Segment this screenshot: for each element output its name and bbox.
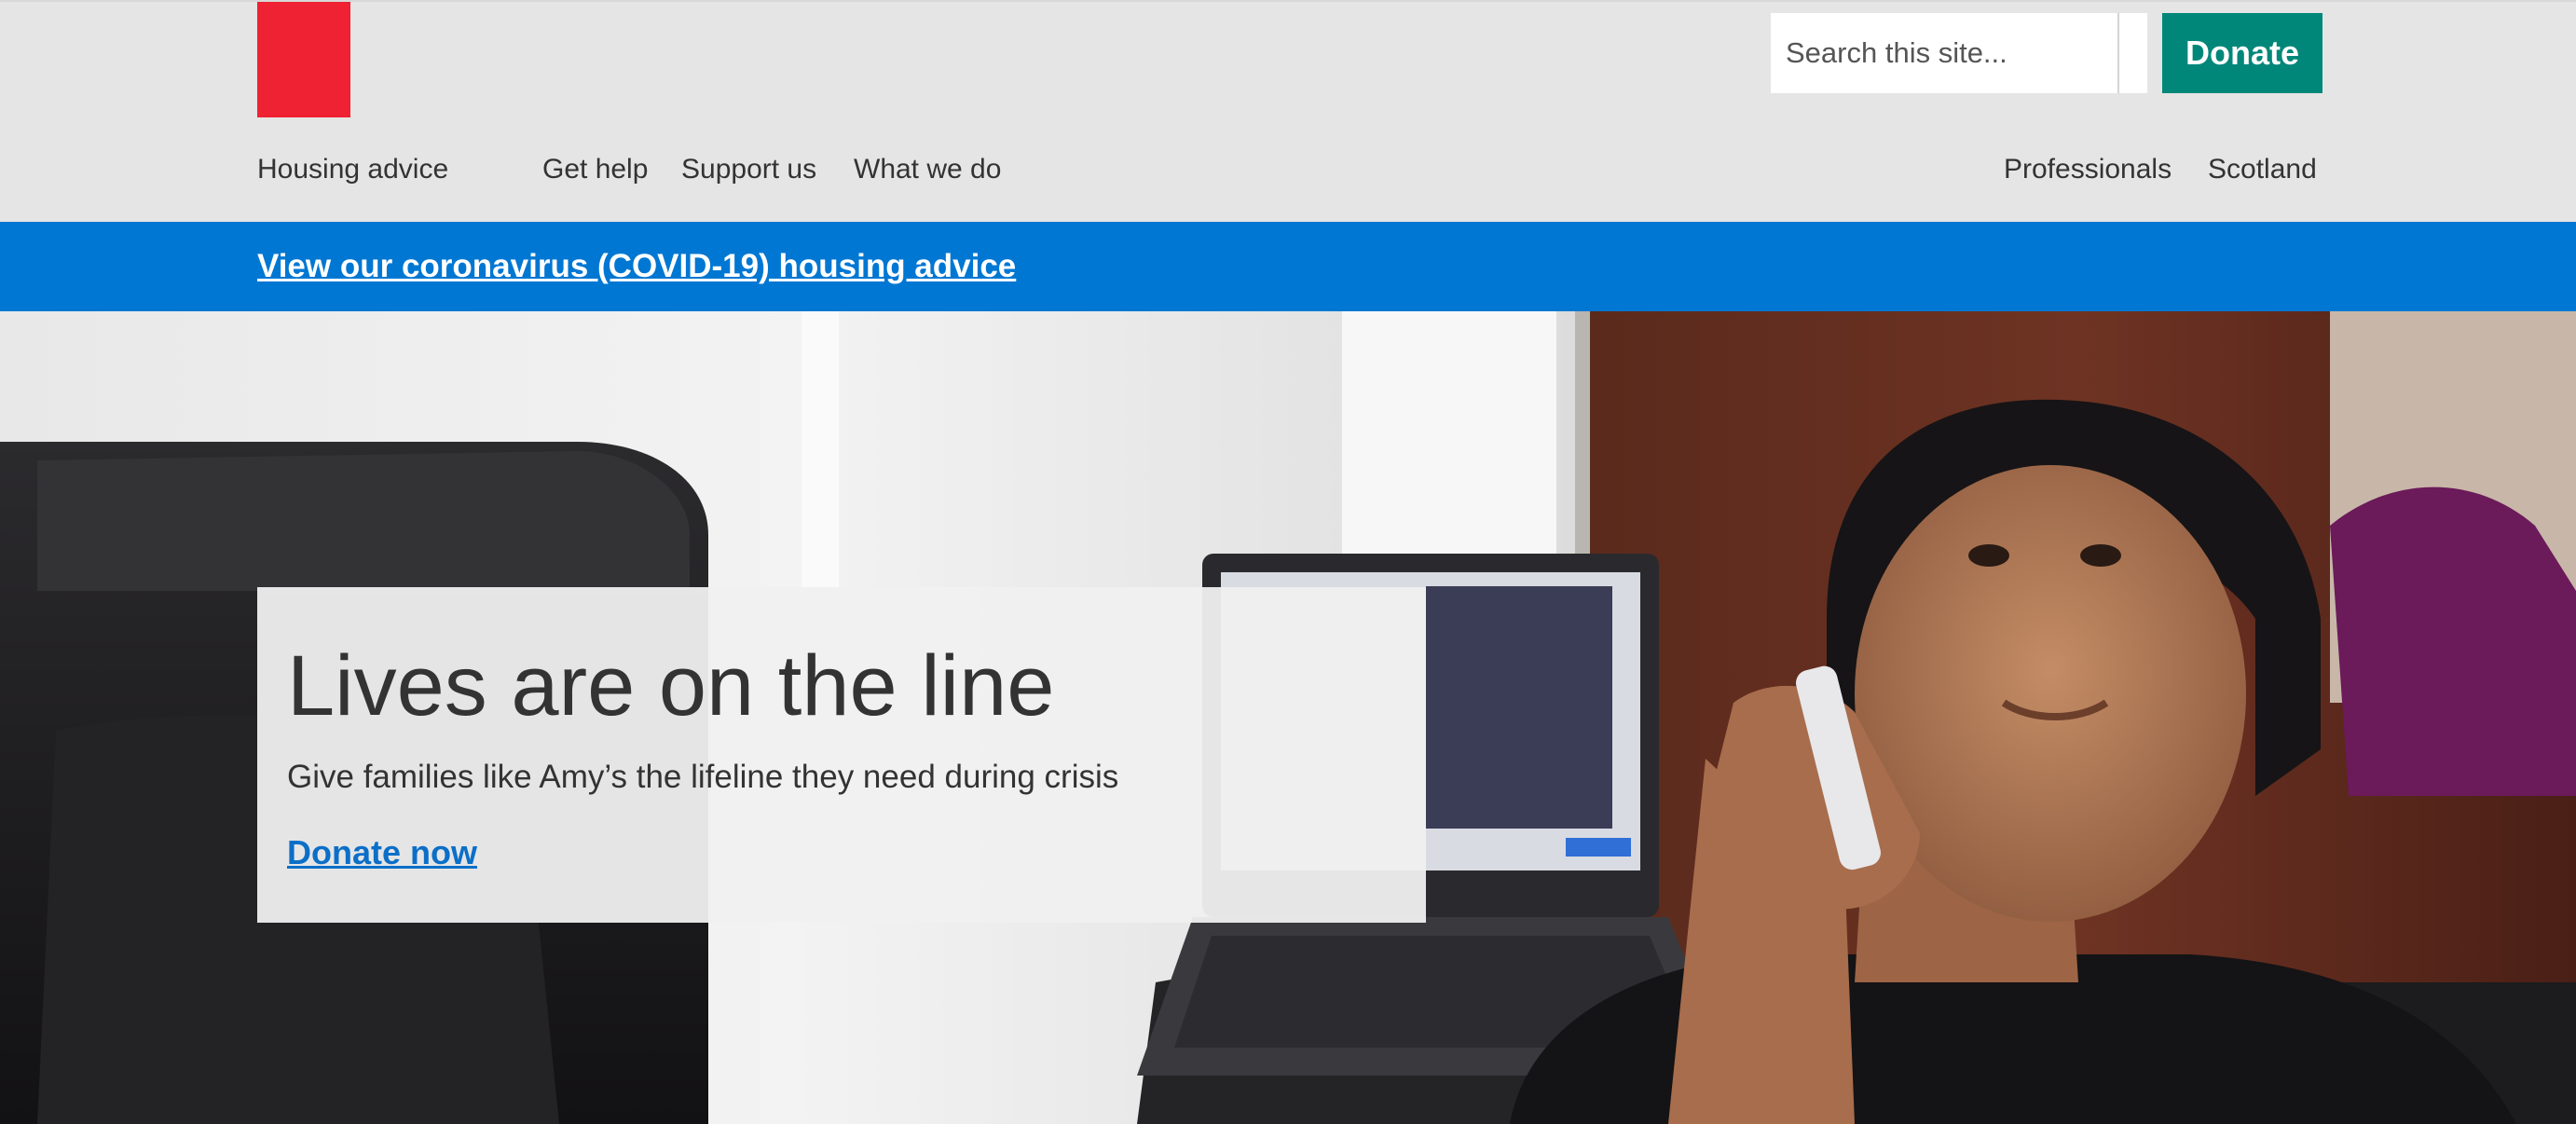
site-header: Donate Housing advice Get help Support u… <box>0 0 2576 222</box>
covid-banner: View our coronavirus (COVID-19) housing … <box>0 222 2576 311</box>
hero-section: Lives are on the line Give families like… <box>0 311 2576 1124</box>
donate-button[interactable]: Donate <box>2162 13 2323 93</box>
nav-housing-advice[interactable]: Housing advice <box>257 151 448 188</box>
site-logo[interactable] <box>257 2 350 117</box>
search-input[interactable] <box>1771 13 2116 93</box>
search-submit-button[interactable] <box>2117 13 2147 93</box>
search-form <box>1771 13 2147 93</box>
hero-subheading: Give families like Amy’s the lifeline th… <box>287 759 1119 795</box>
nav-support-us[interactable]: Support us <box>681 151 816 188</box>
nav-professionals[interactable]: Professionals <box>2004 151 2172 188</box>
covid-advice-link[interactable]: View our coronavirus (COVID-19) housing … <box>257 245 1016 288</box>
nav-get-help[interactable]: Get help <box>542 151 648 188</box>
donate-now-link[interactable]: Donate now <box>287 832 477 873</box>
nav-scotland[interactable]: Scotland <box>2208 151 2317 188</box>
hero-card: Lives are on the line Give families like… <box>257 587 1426 923</box>
hero-heading: Lives are on the line <box>287 638 1055 733</box>
nav-what-we-do[interactable]: What we do <box>854 151 1001 188</box>
